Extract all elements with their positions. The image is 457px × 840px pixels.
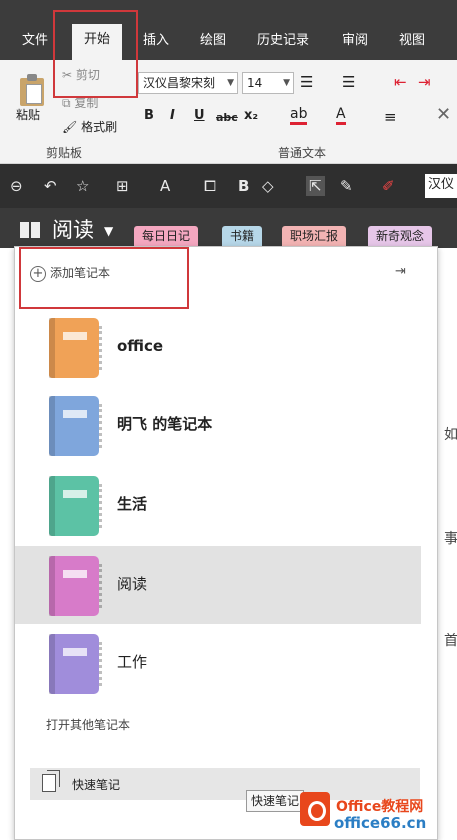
notebook-item-mingfei[interactable]: 明飞 的笔记本 [15, 386, 421, 464]
numbering-icon[interactable]: ☰ [342, 73, 355, 91]
tab-file[interactable]: 文件 [22, 30, 48, 52]
notebook-item-reading[interactable]: 阅读 [15, 546, 421, 624]
back-icon[interactable]: ⊖ [10, 176, 23, 196]
format-painter-label: 格式刷 [81, 120, 118, 134]
subscript-button[interactable]: x₂ [244, 108, 258, 123]
notebook-icon [49, 318, 102, 378]
page-text-fragment: 首 [444, 633, 457, 649]
paste-icon[interactable] [18, 72, 46, 106]
font-family-dropdown[interactable]: 汉仪昌黎宋刻 ▼ [138, 72, 238, 94]
star-icon[interactable]: ☆ [76, 176, 89, 196]
pen-icon[interactable]: ✎ [340, 176, 353, 196]
clipboard-group-label: 剪贴板 [46, 146, 83, 160]
quick-font-field[interactable]: 汉仪 [425, 174, 457, 198]
notebook-item-office[interactable]: office [15, 308, 421, 386]
font-size-value: 14 [247, 76, 263, 90]
bullets-icon[interactable]: ☰ [300, 73, 313, 91]
highlight-color-icon[interactable]: ab [290, 106, 308, 125]
notebook-name: 明飞 的笔记本 [117, 415, 213, 433]
italic-button[interactable]: I [170, 108, 175, 123]
chevron-down-icon[interactable]: ▼ [104, 224, 113, 238]
strikethrough-button[interactable]: abc [216, 111, 238, 124]
notebook-item-life[interactable]: 生活 [15, 466, 421, 544]
notebook-icon [49, 476, 102, 536]
notebook-name: 阅读 [117, 575, 148, 593]
table-icon[interactable]: ⊞ [116, 176, 129, 196]
outdent-icon[interactable]: ⇤ [394, 73, 407, 91]
current-notebook-title[interactable]: 阅读 [52, 216, 94, 244]
indent-icon[interactable]: ⇥ [418, 73, 431, 91]
quick-notes-label: 快速笔记 [72, 778, 121, 792]
pin-icon[interactable]: ⇥ [395, 264, 406, 279]
open-other-notebooks-link[interactable]: 打开其他笔记本 [46, 716, 130, 733]
undo-icon[interactable]: ↶ [44, 176, 57, 196]
highlight-box-home-tab [53, 10, 138, 98]
notebook-name: office [117, 337, 164, 355]
copy-label: 复制 [74, 96, 99, 110]
pointer-icon[interactable]: ⇱ [306, 176, 325, 196]
text-style-icon[interactable]: A [160, 176, 170, 196]
highlighter-icon[interactable]: ✐ [382, 176, 395, 196]
underline-button[interactable]: U [194, 108, 205, 123]
quick-toolbar: ⊖ ↶ ☆ ⊞ A ⧠ B ◇ ⇱ ✎ ✐ 汉仪 [0, 164, 457, 208]
section-tab-daily-journal[interactable]: 每日日记 [134, 226, 199, 248]
highlight-box-add-notebook [19, 247, 189, 309]
pages-icon [42, 770, 60, 792]
paste-button[interactable]: 粘贴 [16, 106, 40, 123]
font-size-dropdown[interactable]: 14 ▼ [242, 72, 294, 94]
tab-draw[interactable]: 绘图 [200, 30, 226, 52]
notebook-icon [49, 556, 102, 616]
tab-insert[interactable]: 插入 [143, 30, 169, 52]
tab-history[interactable]: 历史记录 [257, 30, 309, 52]
align-icon[interactable]: ≡ [384, 108, 397, 126]
section-tab-books[interactable]: 书籍 [222, 226, 263, 248]
shape-icon[interactable]: ◇ [262, 176, 274, 196]
screenshot-icon[interactable]: ⧠ [204, 176, 216, 196]
basic-text-group-label: 普通文本 [278, 146, 327, 160]
watermark-logo [300, 792, 330, 826]
font-color-icon[interactable]: A [336, 106, 346, 125]
notebook-icon [49, 634, 102, 694]
format-painter-button[interactable]: 🖌 格式刷 [62, 118, 117, 135]
notebook-name: 生活 [117, 495, 148, 513]
section-tab-novel-ideas[interactable]: 新奇观念 [368, 226, 433, 248]
bold-icon[interactable]: B [238, 176, 249, 196]
clear-format-icon[interactable]: ✕ [436, 104, 451, 125]
page-text-fragment: 如 [444, 427, 457, 443]
bold-button[interactable]: B [144, 108, 154, 123]
tab-view[interactable]: 视图 [399, 30, 425, 52]
font-family-value: 汉仪昌黎宋刻 [143, 76, 216, 90]
notebook-item-work[interactable]: 工作 [15, 624, 421, 702]
section-tab-work-reports[interactable]: 职场汇报 [282, 226, 347, 248]
notebook-name: 工作 [117, 653, 148, 671]
watermark-line2: office66.cn [334, 814, 427, 832]
page-text-fragment: 事 [444, 531, 457, 547]
notebook-icon [49, 396, 102, 456]
chevron-down-icon: ▼ [227, 78, 234, 88]
chevron-down-icon: ▼ [283, 78, 290, 88]
tab-review[interactable]: 审阅 [342, 30, 368, 52]
book-icon [20, 222, 40, 238]
quick-notes-tooltip: 快速笔记 [246, 790, 305, 812]
watermark-line1: Office教程网 [336, 799, 424, 815]
